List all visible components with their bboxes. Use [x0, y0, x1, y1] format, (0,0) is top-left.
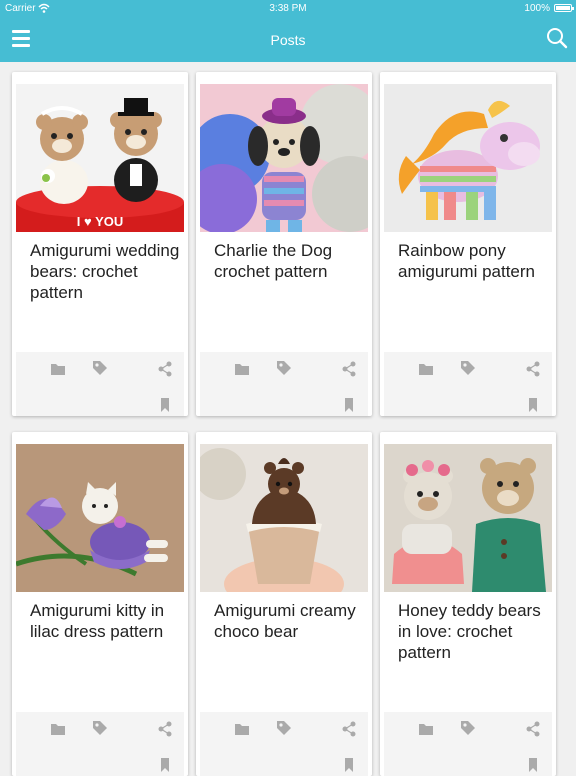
status-bar: Carrier 3:38 PM 100% — [0, 0, 576, 18]
heart-pillow-text: I ♥ YOU — [77, 214, 124, 229]
folder-icon[interactable] — [418, 721, 434, 737]
share-icon[interactable] — [525, 361, 541, 377]
post-card[interactable]: Amigurumi creamy choco bear — [196, 432, 372, 776]
post-thumbnail[interactable] — [16, 444, 184, 592]
post-card[interactable]: Charlie the Dog crochet pattern — [196, 72, 372, 416]
share-icon[interactable] — [341, 361, 357, 377]
post-title[interactable]: Amigurumi creamy choco bear — [214, 600, 369, 642]
search-icon[interactable] — [546, 27, 568, 49]
nav-bar: Posts — [0, 18, 576, 62]
post-actions — [200, 352, 368, 416]
post-title[interactable]: Amigurumi kitty in lilac dress pattern — [30, 600, 185, 642]
share-icon[interactable] — [157, 361, 173, 377]
post-thumbnail[interactable] — [200, 444, 368, 592]
clock: 3:38 PM — [269, 3, 307, 14]
post-title[interactable]: Amigurumi wedding bears: crochet pattern — [30, 240, 185, 303]
tag-icon[interactable] — [460, 720, 476, 736]
post-card[interactable]: Honey teddy bears in love: crochet patte… — [380, 432, 556, 776]
post-actions — [384, 352, 552, 416]
tag-icon[interactable] — [276, 360, 292, 376]
post-card[interactable]: Amigurumi kitty in lilac dress pattern — [12, 432, 188, 776]
share-icon[interactable] — [525, 721, 541, 737]
folder-icon[interactable] — [234, 721, 250, 737]
post-card[interactable]: I ♥ YOU Amigurumi wedding bears: crochet… — [12, 72, 188, 416]
share-icon[interactable] — [341, 721, 357, 737]
post-title[interactable]: Charlie the Dog crochet pattern — [214, 240, 369, 282]
bookmark-icon[interactable] — [157, 397, 173, 413]
tag-icon[interactable] — [92, 360, 108, 376]
bookmark-icon[interactable] — [157, 757, 173, 773]
post-thumbnail[interactable]: I ♥ YOU — [16, 84, 184, 232]
battery-icon — [554, 4, 574, 12]
bookmark-icon[interactable] — [341, 397, 357, 413]
bookmark-icon[interactable] — [341, 757, 357, 773]
folder-icon[interactable] — [50, 721, 66, 737]
post-actions — [384, 712, 552, 776]
post-actions — [200, 712, 368, 776]
page-title: Posts — [270, 32, 306, 48]
battery-percent: 100% — [524, 3, 550, 14]
bookmark-icon[interactable] — [525, 757, 541, 773]
post-card[interactable]: Rainbow pony amigurumi pattern — [380, 72, 556, 416]
tag-icon[interactable] — [92, 720, 108, 736]
folder-icon[interactable] — [50, 361, 66, 377]
tag-icon[interactable] — [276, 720, 292, 736]
post-actions — [16, 352, 184, 416]
post-actions — [16, 712, 184, 776]
bookmark-icon[interactable] — [525, 397, 541, 413]
post-thumbnail[interactable] — [384, 444, 552, 592]
post-title[interactable]: Honey teddy bears in love: crochet patte… — [398, 600, 553, 663]
folder-icon[interactable] — [234, 361, 250, 377]
tag-icon[interactable] — [460, 360, 476, 376]
share-icon[interactable] — [157, 721, 173, 737]
post-thumbnail[interactable] — [200, 84, 368, 232]
post-thumbnail[interactable] — [384, 84, 552, 232]
post-title[interactable]: Rainbow pony amigurumi pattern — [398, 240, 553, 282]
folder-icon[interactable] — [418, 361, 434, 377]
